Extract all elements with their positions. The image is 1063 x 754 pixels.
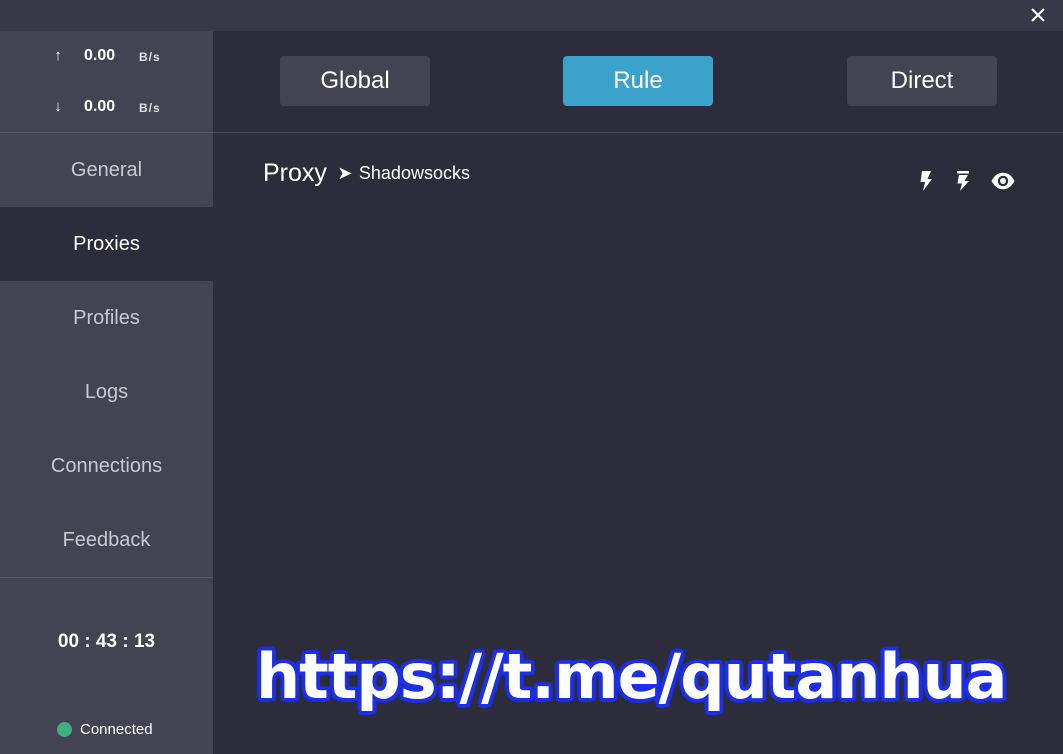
toggle-visibility-button[interactable]: [990, 169, 1016, 193]
sidebar: ↑ 0.00 B/s ↓ 0.00 B/s General Proxies Pr…: [0, 31, 213, 754]
sidebar-item-feedback[interactable]: Feedback: [0, 503, 213, 577]
upload-speed-value: 0.00: [84, 47, 116, 64]
mode-global-button[interactable]: Global: [280, 56, 430, 106]
lightning-list-icon: [957, 171, 969, 191]
latency-test-all-button[interactable]: [955, 169, 971, 193]
uptime-timer: 00 : 43 : 13: [57, 631, 156, 652]
close-icon: [1031, 8, 1045, 22]
title-bar: [0, 0, 1063, 31]
close-button[interactable]: [1027, 4, 1049, 26]
proxy-group-header[interactable]: Proxy ➤ Shadowsocks: [263, 159, 470, 193]
sidebar-item-proxies[interactable]: Proxies: [0, 207, 213, 281]
sidebar-divider: [0, 577, 213, 578]
selected-proxy: Shadowsocks: [358, 163, 470, 183]
download-speed: ↓ 0.00 B/s: [0, 96, 213, 120]
latency-test-button[interactable]: [918, 169, 934, 193]
arrow-right-icon: ➤: [337, 163, 353, 183]
watermark: https://t.me/qutanhua: [256, 640, 1008, 713]
upload-speed-unit: B/s: [139, 50, 161, 64]
status-dot-icon: [57, 722, 72, 737]
download-arrow-icon: ↓: [54, 98, 62, 115]
mode-selector: Global Rule Direct: [213, 31, 1063, 133]
status-label: Connected: [80, 721, 153, 738]
mode-direct-button[interactable]: Direct: [847, 56, 997, 106]
lightning-icon: [920, 171, 932, 191]
upload-speed: ↑ 0.00 B/s: [0, 45, 213, 69]
download-speed-unit: B/s: [139, 101, 161, 115]
upload-arrow-icon: ↑: [54, 47, 62, 64]
sidebar-item-logs[interactable]: Logs: [0, 355, 213, 429]
eye-icon: [991, 172, 1015, 190]
proxy-group-name: Proxy: [263, 159, 327, 187]
sidebar-item-general[interactable]: General: [0, 133, 213, 207]
sidebar-item-profiles[interactable]: Profiles: [0, 281, 213, 355]
traffic-panel: ↑ 0.00 B/s ↓ 0.00 B/s: [0, 31, 213, 133]
mode-rule-button[interactable]: Rule: [563, 56, 713, 106]
download-speed-value: 0.00: [84, 98, 116, 115]
sidebar-item-connections[interactable]: Connections: [0, 429, 213, 503]
